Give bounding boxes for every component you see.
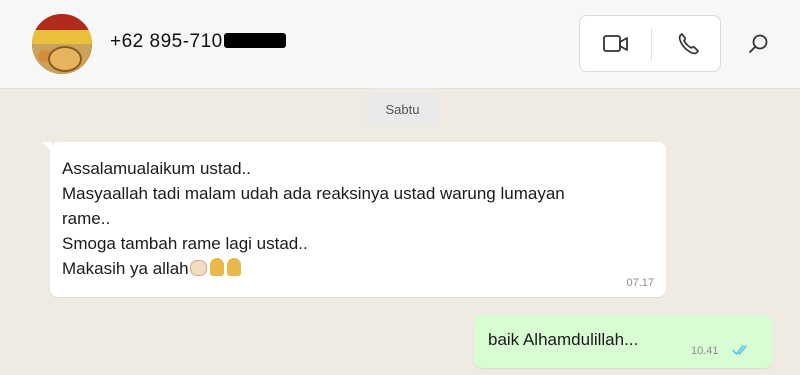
folded-hands-emoji-icon: [226, 258, 241, 276]
contact-avatar[interactable]: [32, 14, 92, 74]
voice-call-button[interactable]: [674, 30, 702, 58]
contact-name[interactable]: +62 895-710: [110, 31, 223, 53]
message-time: 10.41: [691, 345, 719, 357]
phone-icon: [678, 33, 699, 55]
folded-hands-emoji-icon: [209, 258, 224, 276]
open-hands-emoji-icon: [189, 260, 207, 276]
chat-header: +62 895-710: [0, 0, 800, 89]
bubble-tail: [42, 142, 52, 152]
outgoing-message[interactable]: baik Alhamdulillah... 10.41: [474, 315, 772, 368]
double-check-read-icon: [732, 345, 747, 355]
message-line: Masyaallah tadi malam udah ada reaksinya…: [62, 184, 565, 203]
message-line-last: Makasih ya allah: [62, 258, 241, 278]
message-text: baik Alhamdulillah...: [488, 330, 639, 349]
search-button[interactable]: [746, 31, 772, 57]
search-icon: [749, 34, 768, 53]
call-button-group: [579, 15, 721, 72]
video-call-button[interactable]: [602, 32, 630, 56]
message-time: 07.17: [626, 277, 654, 289]
redaction-bar: [224, 33, 286, 48]
avatar-band-mid: [32, 30, 92, 44]
call-divider: [651, 28, 652, 61]
message-line: Makasih ya allah: [62, 259, 189, 278]
message-line: rame..: [62, 209, 111, 228]
message-line: Smoga tambah rame lagi ustad..: [62, 234, 308, 253]
avatar-band-top: [32, 14, 92, 30]
avatar-food-plate: [48, 46, 82, 72]
video-camera-icon: [603, 35, 628, 52]
message-line: Assalamualaikum ustad..: [62, 159, 251, 178]
date-divider: Sabtu: [367, 93, 438, 126]
incoming-message[interactable]: Assalamualaikum ustad.. Masyaallah tadi …: [42, 142, 666, 297]
message-text: Assalamualaikum ustad.. Masyaallah tadi …: [62, 156, 652, 281]
